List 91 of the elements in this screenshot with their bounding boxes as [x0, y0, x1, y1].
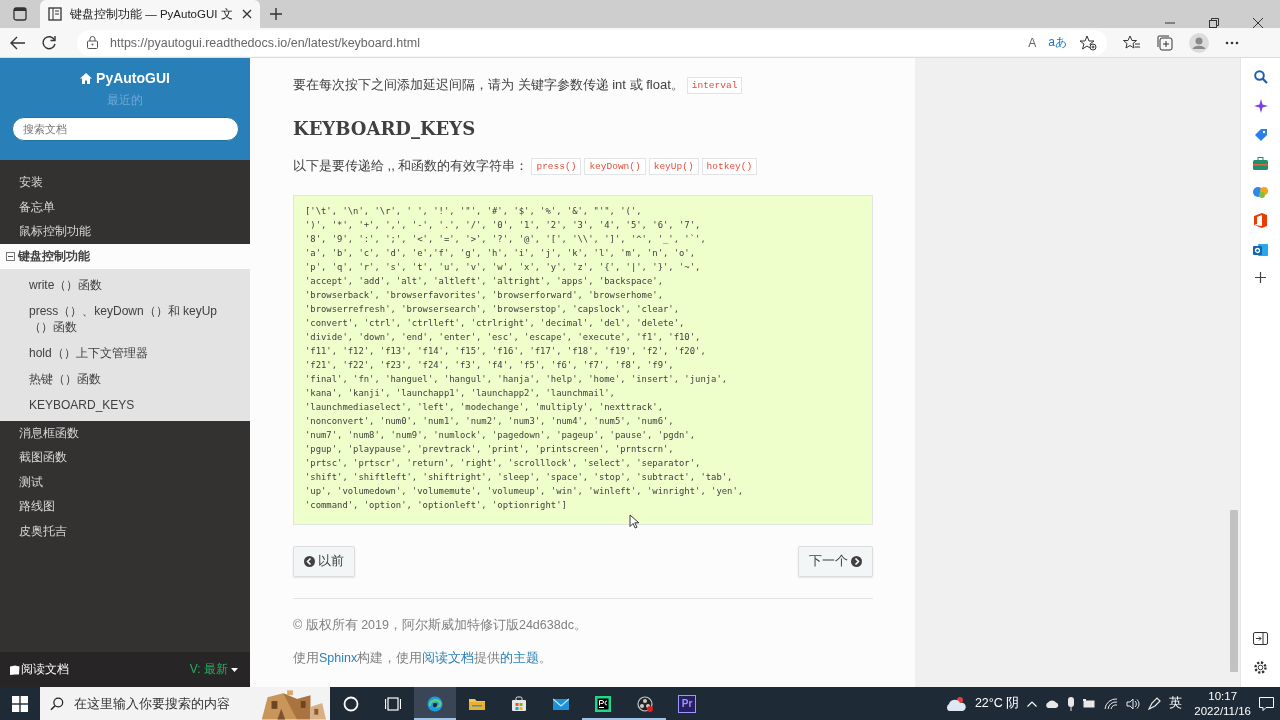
windows-icon[interactable]: [12, 695, 28, 712]
collections-icon[interactable]: [1157, 34, 1173, 51]
browser-tab[interactable]: 键盘控制功能 — PyAutoGUI 文: [40, 0, 260, 28]
more-icon[interactable]: [1225, 40, 1239, 45]
speaker-icon[interactable]: [1126, 697, 1141, 710]
version-selector[interactable]: V: 最新: [189, 661, 238, 678]
search-icon[interactable]: [1253, 70, 1268, 84]
back-icon[interactable]: [10, 35, 26, 50]
add-favorite-icon[interactable]: [1079, 34, 1097, 51]
store-icon: [511, 695, 527, 712]
battery-icon[interactable]: [1083, 699, 1097, 708]
sidebar-item[interactable]: 键盘控制功能: [0, 243, 250, 269]
clock[interactable]: 10:17 2022/11/16: [1194, 688, 1251, 719]
inline-code: interval: [686, 76, 743, 94]
cloud-icon: [944, 695, 967, 712]
new-tab-icon[interactable]: [270, 8, 282, 20]
chevron-up-icon[interactable]: [1027, 700, 1038, 707]
collapse-icon[interactable]: [6, 251, 15, 261]
sidebar-item[interactable]: 截图函数: [0, 445, 250, 470]
paragraph: 要在每次按下之间添加延迟间隔，请为 关键字参数传递 int 或 float。: [293, 76, 684, 94]
footer-text: 使用Sphinx构建，使用阅读文档提供的主题。: [293, 650, 554, 667]
home-icon: [80, 72, 93, 84]
translate-button[interactable]: aあ: [1048, 34, 1067, 51]
notification-icon[interactable]: [1259, 696, 1274, 711]
code-block: ['\t', '\n', '\r', ' ', '!', '"', '#', '$', '%', '&', "'", '(', ')', '*', '+', ',', '-', '.', '/', '0', '1', '2', '3', '4', '5', '6', '7', '8', '9', ':', ';', '<', '=', '>', '?', '@', '[', '\\', ']', '^', '_', '`', 'a', 'b', 'c', 'd', 'e','f', 'g', 'h', 'i', 'j', 'k', 'l', 'm', 'n', 'o', 'p', 'q', 'r', 's', 't', 'u', 'v', 'w', 'x', 'y', 'z', '{', '|', '}', '~', 'accept', 'add', 'alt', 'altleft', 'altright', 'apps', 'backspace', 'browserback', 'browserfavorites', 'browserforward', 'browserhome', 'browserrefresh', 'browsersearch', 'browserstop', 'capslock', 'clear', 'convert', 'ctrl', 'ctrlleft', 'ctrlright', 'decimal', 'del', 'delete', 'divide', 'down', 'end', 'enter', 'esc', 'escape', 'execute', 'f1', 'f10', 'f11', 'f12', 'f13', 'f14', 'f15', 'f16', 'f17', 'f18', 'f19', 'f2', 'f20', 'f21', 'f22', 'f23', 'f24', 'f3', 'f4', 'f5', 'f6', 'f7', 'f8', 'f9', 'final', 'fn', 'hanguel', 'hangul', 'hanja', 'help', 'home', 'insert', 'junja', 'kana', 'kanji', 'launchapp1', 'launchapp2', 'launchmail', 'launchmediaselect', 'left', 'modechange', 'multiply', 'nexttrack', 'nonconvert', 'num0', 'num1', 'num2', 'num3', 'num4', 'num5', 'num6', 'num7', 'num8', 'num9', 'numlock', 'pagedown', 'pageup', 'pause', 'pgdn', 'pgup', 'playpause', 'prevtrack', 'print', 'printscreen', 'prntscrn', 'prtsc', 'prtscr', 'return', 'right', 'scrolllock', 'select', 'separator', 'shift', 'shiftleft', 'shiftright', 'sleep', 'space', 'stop', 'subtract', 'tab', 'up', 'volumedown', 'volumemute', 'volumeup', 'win', 'winleft', 'winright', 'yen', 'command', 'option', 'optionleft', 'optionright']: [293, 195, 873, 525]
footer-link[interactable]: 阅读文档: [422, 651, 475, 665]
circle-left-icon: [304, 556, 315, 567]
taskview-icon: [385, 695, 401, 712]
wifi-icon[interactable]: [1104, 697, 1119, 710]
close-icon[interactable]: [242, 9, 252, 19]
edge-icon: [427, 695, 443, 712]
sidebar-subitem[interactable]: 热键（）函数: [0, 365, 250, 392]
book-icon: [9, 664, 20, 675]
paragraph: 以下是要传递给 ,, 和函数的有效字符串：: [293, 157, 529, 175]
lock-icon: [87, 36, 98, 49]
circle-right-icon: [851, 556, 862, 567]
sidebar-item[interactable]: 消息框函数: [0, 420, 250, 445]
sidebar-item[interactable]: 安装: [0, 170, 250, 195]
home-link[interactable]: PyAutoGUI: [80, 70, 170, 86]
cursor-icon: [629, 514, 639, 529]
cortana-icon: [343, 695, 359, 712]
input-method-button[interactable]: 英: [1169, 695, 1183, 712]
read-the-docs-label: 阅读文档: [21, 661, 69, 678]
sidebar-subitem[interactable]: write（）函数: [0, 271, 250, 298]
favorites-icon[interactable]: [1123, 34, 1141, 51]
previous-button[interactable]: 以前: [293, 546, 355, 577]
cloud-icon[interactable]: [1045, 699, 1060, 708]
read-aloud-button[interactable]: A: [1028, 35, 1037, 50]
sidebar-item[interactable]: 路线图: [0, 494, 250, 519]
settings-icon[interactable]: [1253, 660, 1268, 675]
address-field[interactable]: https://pyautogui.readthedocs.io/en/latest/keyboard.html A aあ: [77, 29, 1107, 56]
close-icon[interactable]: [1253, 18, 1263, 28]
sidebar-subitem[interactable]: hold（）上下文管理器: [0, 339, 250, 366]
pen-icon[interactable]: [1148, 697, 1162, 710]
copyright-text: © 版权所有 2019，阿尔斯威加特修订版24d638dc。: [293, 617, 588, 634]
caret-icon: [231, 667, 238, 672]
inline-code: keyUp(): [648, 157, 699, 175]
version-label: 最近的: [107, 92, 143, 109]
search-icon: [50, 696, 64, 711]
games-icon[interactable]: [1253, 185, 1268, 198]
restore-icon[interactable]: [1209, 18, 1219, 28]
footer-link[interactable]: 的主题: [500, 651, 540, 665]
scrollbar-thumb[interactable]: [1229, 510, 1238, 672]
sidebar-item[interactable]: 测试: [0, 469, 250, 494]
tab-actions-icon[interactable]: [13, 7, 27, 21]
next-button[interactable]: 下一个: [798, 546, 873, 577]
taskbar-app[interactable]: Pr: [666, 687, 708, 720]
recorder-icon: [637, 695, 653, 712]
mail-app-icon[interactable]: [1253, 243, 1268, 257]
sidebar-subitem[interactable]: KEYBOARD_KEYS: [0, 391, 250, 418]
document-icon: [48, 7, 62, 21]
inline-code: press(): [531, 157, 582, 175]
sidebar-item[interactable]: 备忘单: [0, 194, 250, 219]
office-icon[interactable]: [1254, 213, 1267, 228]
microphone-icon[interactable]: [1067, 696, 1076, 711]
search-field[interactable]: 搜索文档: [11, 117, 239, 141]
toolbox-icon[interactable]: [1253, 157, 1268, 170]
pycharm-icon: [595, 695, 611, 712]
sparkle-icon[interactable]: [1253, 99, 1268, 113]
inline-code: hotkey(): [701, 157, 758, 175]
refresh-icon[interactable]: [42, 35, 57, 50]
tag-icon[interactable]: [1253, 128, 1268, 142]
section-heading: KEYBOARD_KEYS: [293, 118, 477, 139]
sidebar-item[interactable]: 皮奥托吉: [0, 518, 250, 543]
sidebar-item[interactable]: 鼠标控制功能: [0, 219, 250, 244]
footer-link[interactable]: Sphinx: [319, 651, 358, 665]
weather-text: 22°C 阴: [974, 695, 1020, 712]
add-icon[interactable]: [1255, 272, 1266, 283]
inline-code: keyDown(): [584, 157, 646, 175]
sidebar-toggle-icon[interactable]: [1253, 632, 1268, 645]
sidebar-subitem[interactable]: press（）、keyDown（）和 keyUp（）函数: [0, 297, 250, 340]
